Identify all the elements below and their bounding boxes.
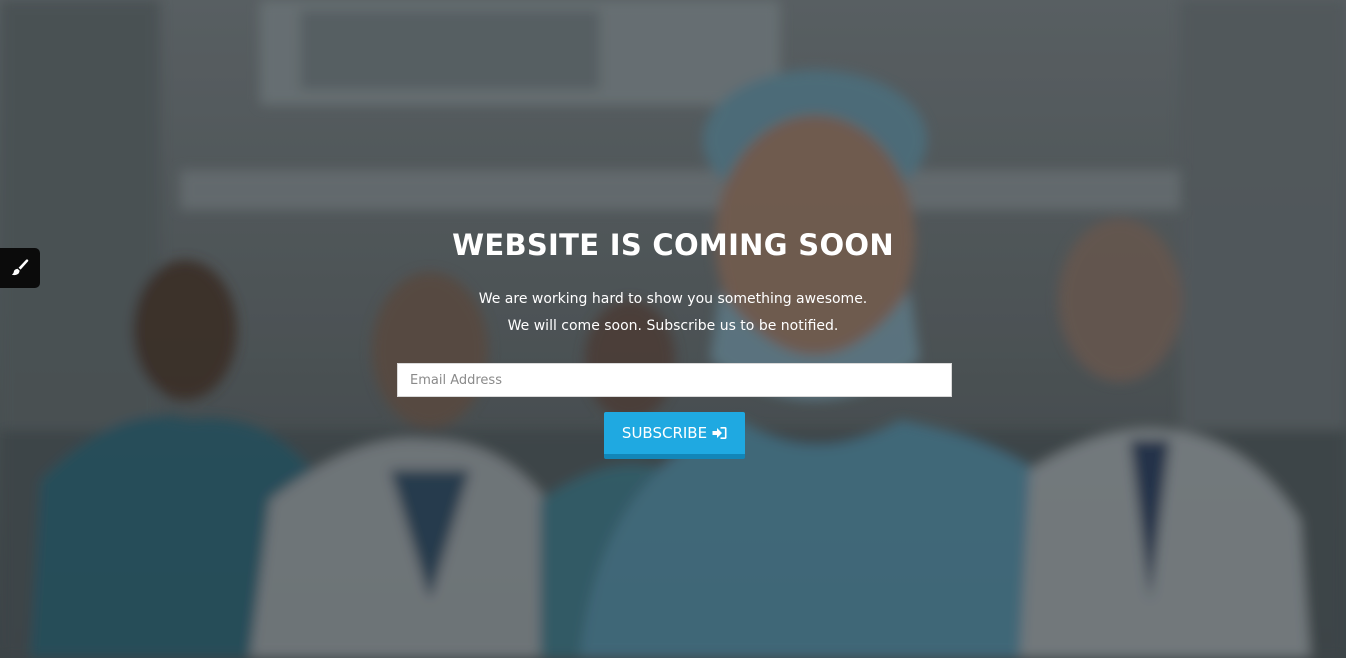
- hero-section: WEBSITE IS COMING SOON We are working ha…: [0, 0, 1346, 658]
- subscribe-button-label: SUBSCRIBE: [621, 424, 708, 442]
- subscribe-button[interactable]: SUBSCRIBE: [604, 412, 745, 459]
- tagline-line-1: We are working hard to show you somethin…: [478, 291, 868, 307]
- sign-in-icon: [712, 426, 727, 440]
- tagline-line-2: We will come soon. Subscribe us to be no…: [507, 318, 839, 334]
- email-input[interactable]: [397, 363, 952, 397]
- page-title: WEBSITE IS COMING SOON: [452, 228, 894, 262]
